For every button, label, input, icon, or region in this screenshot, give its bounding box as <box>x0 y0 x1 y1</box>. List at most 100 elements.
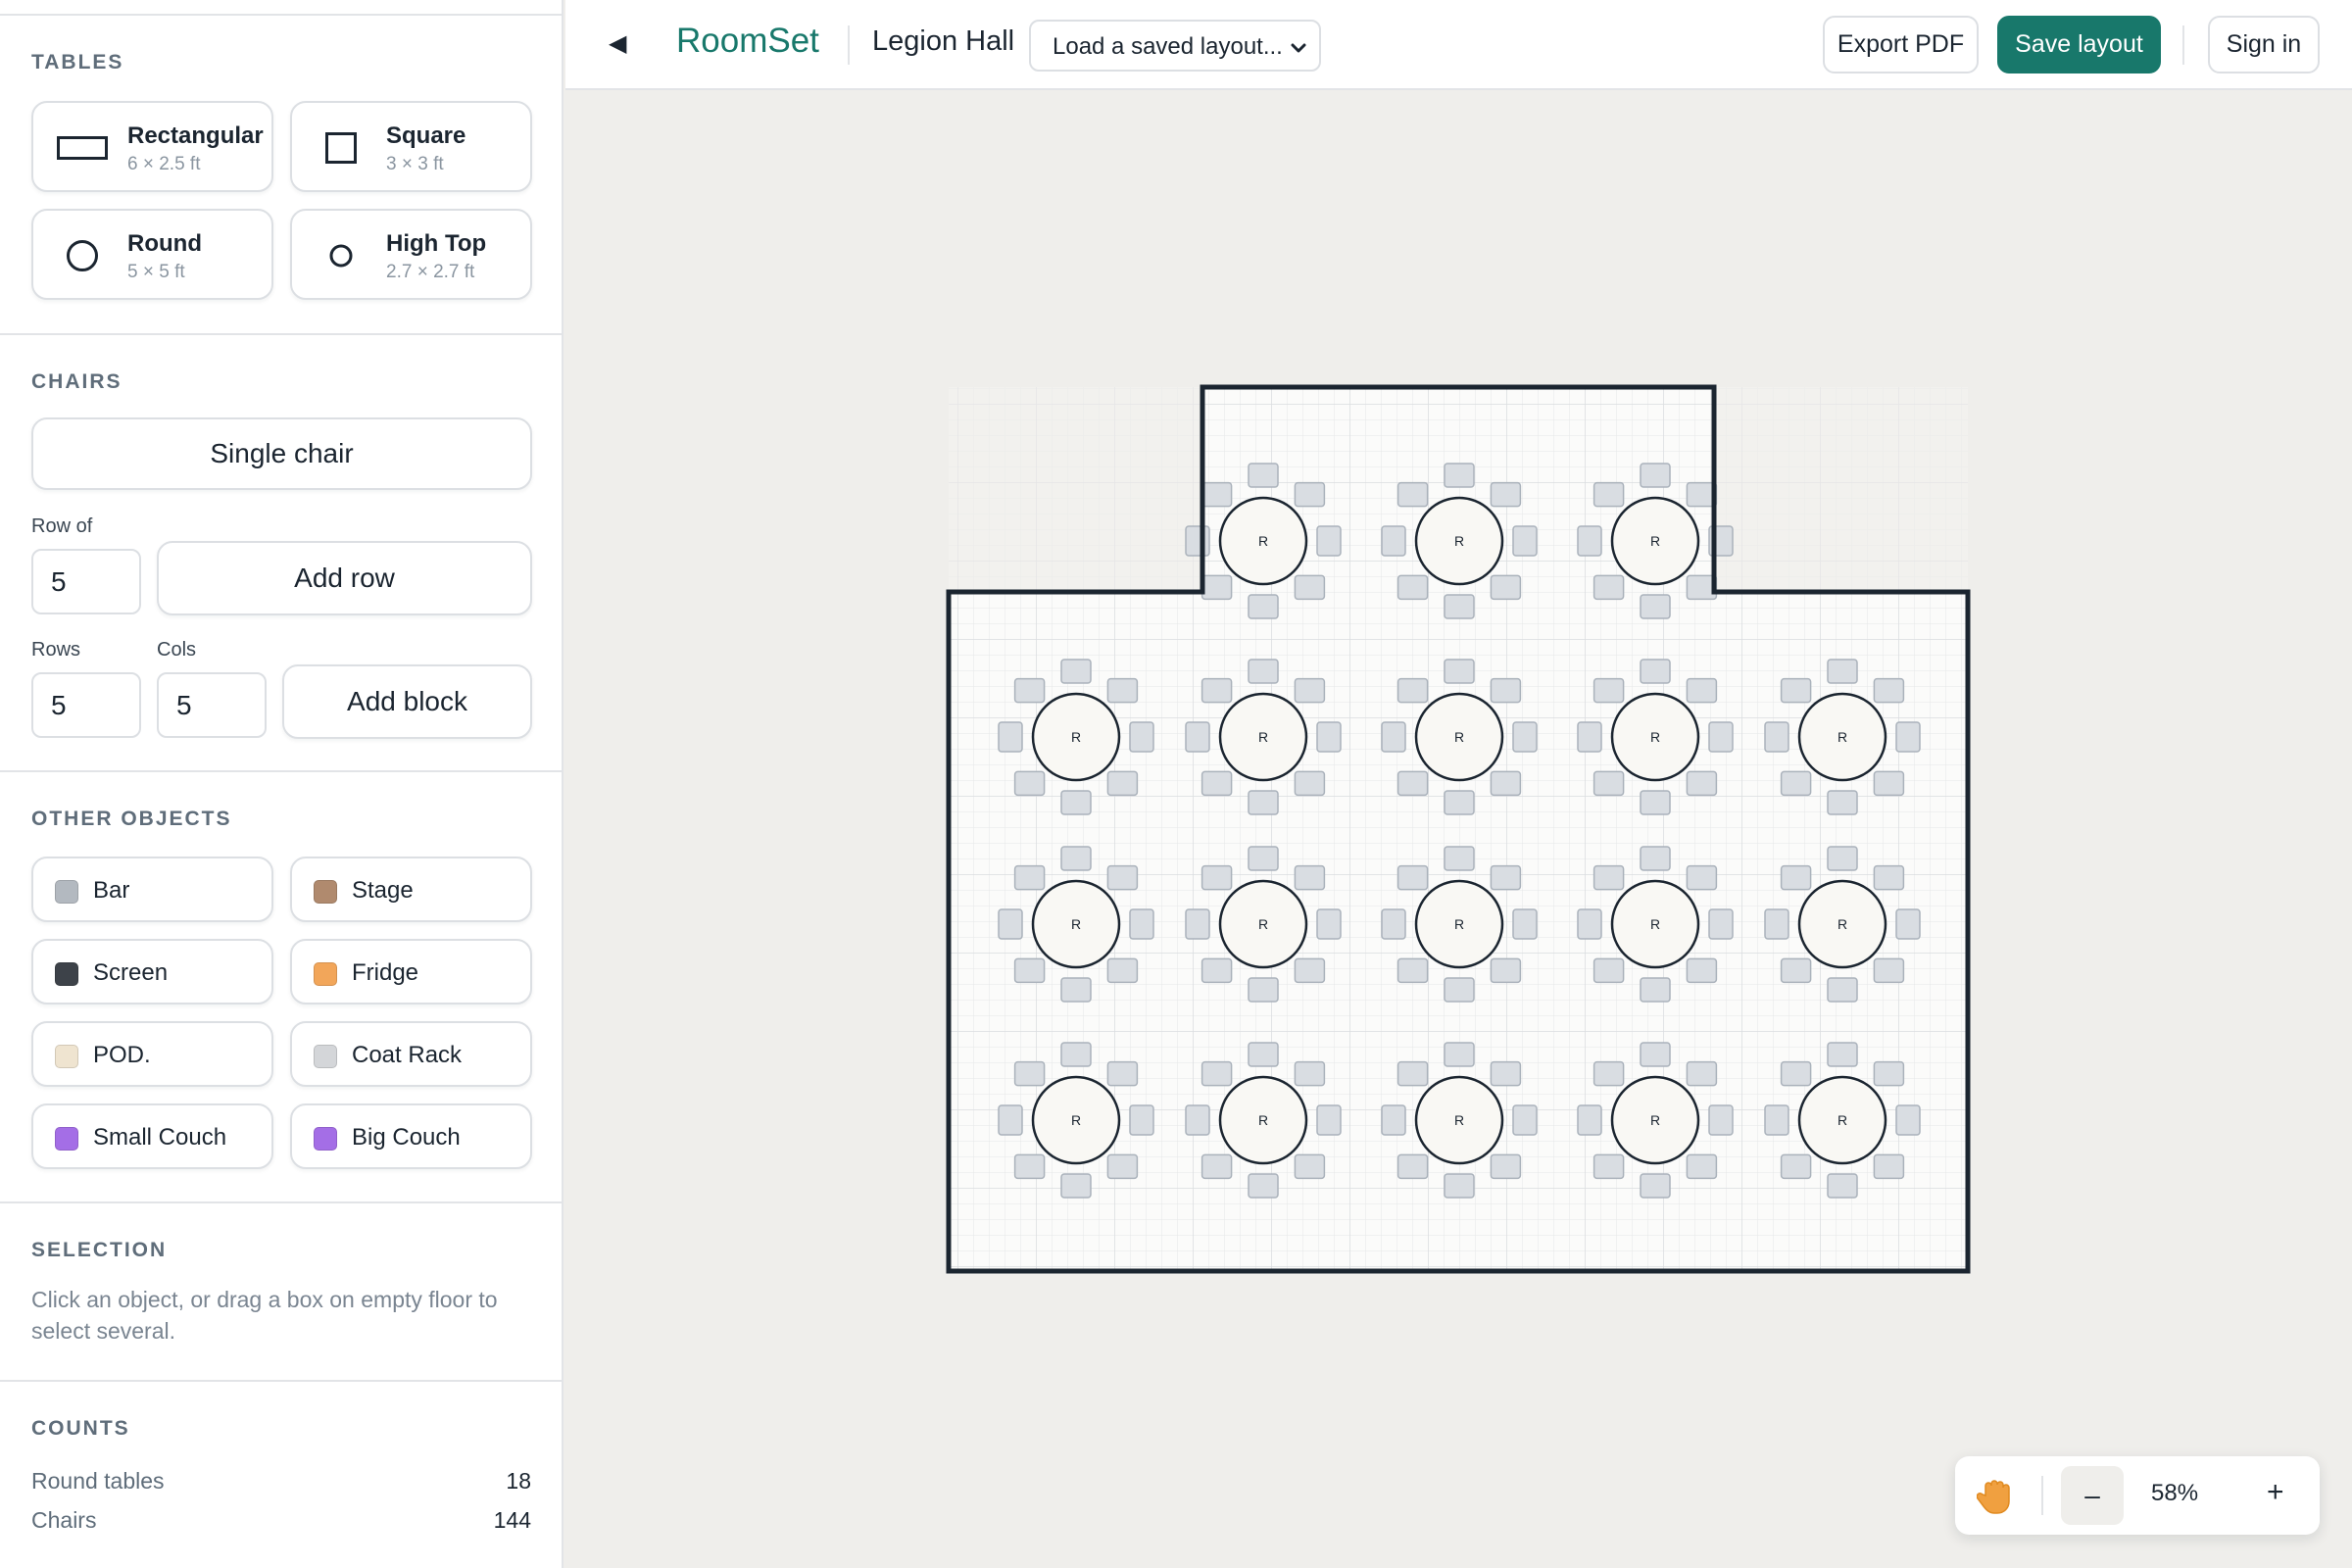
chair[interactable] <box>1873 677 1905 704</box>
chair[interactable] <box>998 1104 1023 1136</box>
chair[interactable] <box>1381 525 1406 557</box>
chair[interactable] <box>1106 864 1139 891</box>
cols-input[interactable] <box>157 672 267 738</box>
chair[interactable] <box>1248 1042 1279 1067</box>
object-card-coat-rack[interactable]: Coat Rack <box>290 1021 532 1087</box>
chair[interactable] <box>1396 481 1429 508</box>
chair[interactable] <box>1780 677 1812 704</box>
chair[interactable] <box>1490 1060 1522 1087</box>
chair[interactable] <box>1444 594 1475 619</box>
chair[interactable] <box>1873 1153 1905 1180</box>
collapse-left-icon[interactable]: ◀ <box>609 29 626 58</box>
chair[interactable] <box>1592 574 1625 601</box>
chair[interactable] <box>1686 770 1718 797</box>
round-table-group[interactable]: R <box>1185 463 1342 619</box>
chair[interactable] <box>1490 770 1522 797</box>
chair[interactable] <box>1106 770 1139 797</box>
chair[interactable] <box>1512 525 1538 557</box>
chair[interactable] <box>1640 1042 1671 1067</box>
chair[interactable] <box>1185 525 1210 557</box>
chair[interactable] <box>1592 677 1625 704</box>
chair[interactable] <box>1060 659 1092 684</box>
chair[interactable] <box>1708 908 1734 940</box>
chair[interactable] <box>1577 908 1602 940</box>
chair[interactable] <box>1895 1104 1921 1136</box>
chair[interactable] <box>1200 957 1233 984</box>
chair[interactable] <box>1444 463 1475 488</box>
chair[interactable] <box>1640 790 1671 815</box>
zoom-out-button[interactable]: – <box>2061 1466 2124 1525</box>
chair[interactable] <box>1013 1153 1046 1180</box>
chair[interactable] <box>1060 1173 1092 1199</box>
object-card-fridge[interactable]: Fridge <box>290 939 532 1004</box>
rows-input[interactable] <box>31 672 141 738</box>
round-table-group[interactable]: R <box>1764 659 1921 815</box>
add-row-button[interactable]: Add row <box>157 541 532 615</box>
chair[interactable] <box>1294 1153 1326 1180</box>
chair[interactable] <box>1200 574 1233 601</box>
round-table-group[interactable]: R <box>1764 846 1921 1003</box>
round-table-group[interactable]: R <box>1185 659 1342 815</box>
floor-plan-canvas[interactable]: R R R R R R R R R R R R R R R R R R <box>565 90 2352 1568</box>
chair[interactable] <box>1827 790 1858 815</box>
sign-in-button[interactable]: Sign in <box>2208 16 2320 74</box>
round-table-group[interactable]: R <box>1381 1042 1538 1199</box>
chair[interactable] <box>1444 1173 1475 1199</box>
object-card-pod[interactable]: POD. <box>31 1021 273 1087</box>
chair[interactable] <box>1708 1104 1734 1136</box>
chair[interactable] <box>1316 908 1342 940</box>
chair[interactable] <box>1490 574 1522 601</box>
object-card-big-couch[interactable]: Big Couch <box>290 1103 532 1169</box>
chair[interactable] <box>1780 1153 1812 1180</box>
object-card-stage[interactable]: Stage <box>290 857 532 922</box>
chair[interactable] <box>1444 846 1475 871</box>
chair[interactable] <box>1248 846 1279 871</box>
chair[interactable] <box>1490 957 1522 984</box>
chair[interactable] <box>1381 721 1406 753</box>
chair[interactable] <box>1577 721 1602 753</box>
table-card-rectangular[interactable]: Rectangular 6 × 2.5 ft <box>31 101 273 192</box>
chair[interactable] <box>1106 957 1139 984</box>
table-card-high-top[interactable]: High Top 2.7 × 2.7 ft <box>290 209 532 300</box>
chair[interactable] <box>1316 525 1342 557</box>
chair[interactable] <box>1444 977 1475 1003</box>
export-pdf-button[interactable]: Export PDF <box>1823 16 1979 74</box>
chair[interactable] <box>1396 1060 1429 1087</box>
chair[interactable] <box>1106 1060 1139 1087</box>
chair[interactable] <box>1200 1060 1233 1087</box>
chair[interactable] <box>1708 721 1734 753</box>
round-table-group[interactable]: R <box>998 659 1154 815</box>
add-block-button[interactable]: Add block <box>282 664 532 739</box>
chair[interactable] <box>998 721 1023 753</box>
chair[interactable] <box>1294 770 1326 797</box>
chair[interactable] <box>1294 1060 1326 1087</box>
chair[interactable] <box>1294 864 1326 891</box>
round-table-group[interactable]: R <box>998 1042 1154 1199</box>
chair[interactable] <box>1248 594 1279 619</box>
chair[interactable] <box>1106 677 1139 704</box>
chair[interactable] <box>1827 1042 1858 1067</box>
table-card-square[interactable]: Square 3 × 3 ft <box>290 101 532 192</box>
chair[interactable] <box>1396 864 1429 891</box>
chair[interactable] <box>1780 957 1812 984</box>
chair[interactable] <box>1248 790 1279 815</box>
chair[interactable] <box>1129 908 1154 940</box>
chair[interactable] <box>1248 463 1279 488</box>
round-table-group[interactable]: R <box>1577 463 1734 619</box>
chair[interactable] <box>1640 659 1671 684</box>
round-table-group[interactable]: R <box>1185 846 1342 1003</box>
chair[interactable] <box>1873 770 1905 797</box>
round-table-group[interactable]: R <box>1577 659 1734 815</box>
chair[interactable] <box>1060 846 1092 871</box>
chair[interactable] <box>1873 1060 1905 1087</box>
chair[interactable] <box>1013 957 1046 984</box>
chair[interactable] <box>1686 677 1718 704</box>
chair[interactable] <box>1592 1153 1625 1180</box>
chair[interactable] <box>1013 770 1046 797</box>
table-card-round[interactable]: Round 5 × 5 ft <box>31 209 273 300</box>
chair[interactable] <box>1396 957 1429 984</box>
chair[interactable] <box>1640 1173 1671 1199</box>
chair[interactable] <box>1396 1153 1429 1180</box>
chair[interactable] <box>1686 957 1718 984</box>
round-table-group[interactable]: R <box>1577 846 1734 1003</box>
